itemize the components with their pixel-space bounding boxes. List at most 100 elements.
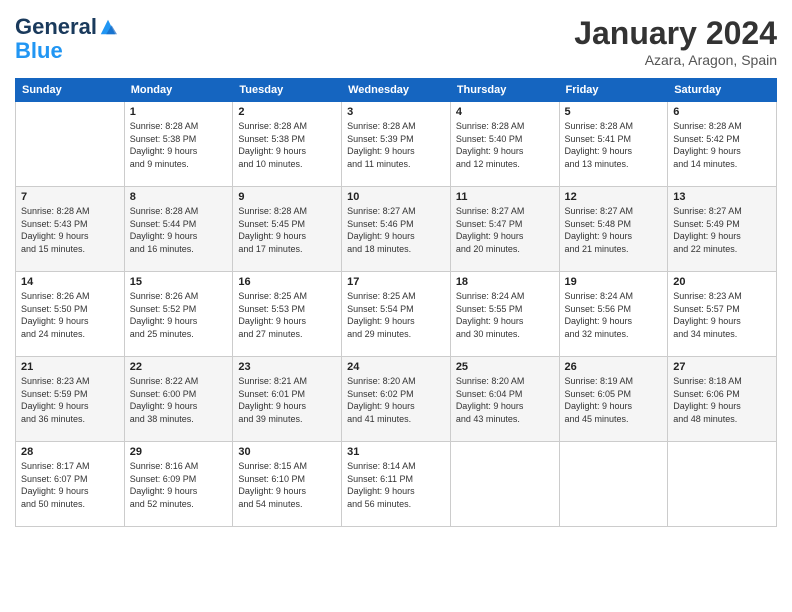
day-cell: 6 Sunrise: 8:28 AM Sunset: 5:42 PM Daylig… xyxy=(668,102,777,187)
day-cell: 14Sunrise: 8:26 AM Sunset: 5:50 PM Dayli… xyxy=(16,272,125,357)
day-cell: 16Sunrise: 8:25 AM Sunset: 5:53 PM Dayli… xyxy=(233,272,342,357)
day-cell: 15Sunrise: 8:26 AM Sunset: 5:52 PM Dayli… xyxy=(124,272,233,357)
day-info: Sunrise: 8:28 AM Sunset: 5:38 PM Dayligh… xyxy=(238,120,336,170)
day-info: Sunrise: 8:26 AM Sunset: 5:50 PM Dayligh… xyxy=(21,290,119,340)
day-number: 26 xyxy=(565,361,663,373)
day-info: Sunrise: 8:16 AM Sunset: 6:09 PM Dayligh… xyxy=(130,460,228,510)
day-number: 13 xyxy=(673,191,771,203)
logo-icon xyxy=(99,18,117,36)
day-info: Sunrise: 8:28 AM Sunset: 5:42 PM Dayligh… xyxy=(673,120,771,170)
day-cell: 12Sunrise: 8:27 AM Sunset: 5:48 PM Dayli… xyxy=(559,187,668,272)
day-cell: 24Sunrise: 8:20 AM Sunset: 6:02 PM Dayli… xyxy=(342,357,451,442)
day-info: Sunrise: 8:28 AM Sunset: 5:41 PM Dayligh… xyxy=(565,120,663,170)
week-row-2: 7 Sunrise: 8:28 AM Sunset: 5:43 PM Daylig… xyxy=(16,187,777,272)
day-info: Sunrise: 8:28 AM Sunset: 5:40 PM Dayligh… xyxy=(456,120,554,170)
day-cell xyxy=(450,442,559,527)
calendar-table: SundayMondayTuesdayWednesdayThursdayFrid… xyxy=(15,78,777,527)
title-block: January 2024 Azara, Aragon, Spain xyxy=(574,15,777,68)
col-header-saturday: Saturday xyxy=(668,79,777,102)
day-cell: 28Sunrise: 8:17 AM Sunset: 6:07 PM Dayli… xyxy=(16,442,125,527)
day-info: Sunrise: 8:28 AM Sunset: 5:39 PM Dayligh… xyxy=(347,120,445,170)
day-number: 17 xyxy=(347,276,445,288)
day-cell: 8 Sunrise: 8:28 AM Sunset: 5:44 PM Daylig… xyxy=(124,187,233,272)
day-cell: 29 Sunrise: 8:16 AM Sunset: 6:09 PM Dayli… xyxy=(124,442,233,527)
day-info: Sunrise: 8:27 AM Sunset: 5:47 PM Dayligh… xyxy=(456,205,554,255)
logo-blue: Blue xyxy=(15,39,117,63)
logo: General Blue xyxy=(15,15,117,63)
day-number: 12 xyxy=(565,191,663,203)
day-cell xyxy=(559,442,668,527)
day-cell: 31 Sunrise: 8:14 AM Sunset: 6:11 PM Dayli… xyxy=(342,442,451,527)
day-cell: 22 Sunrise: 8:22 AM Sunset: 6:00 PM Dayli… xyxy=(124,357,233,442)
day-info: Sunrise: 8:27 AM Sunset: 5:49 PM Dayligh… xyxy=(673,205,771,255)
day-info: Sunrise: 8:19 AM Sunset: 6:05 PM Dayligh… xyxy=(565,375,663,425)
logo-general: General xyxy=(15,15,97,39)
day-number: 2 xyxy=(238,106,336,118)
day-number: 30 xyxy=(238,446,336,458)
location-subtitle: Azara, Aragon, Spain xyxy=(574,52,777,68)
day-info: Sunrise: 8:15 AM Sunset: 6:10 PM Dayligh… xyxy=(238,460,336,510)
day-number: 21 xyxy=(21,361,119,373)
day-cell: 21 Sunrise: 8:23 AM Sunset: 5:59 PM Dayli… xyxy=(16,357,125,442)
day-info: Sunrise: 8:22 AM Sunset: 6:00 PM Dayligh… xyxy=(130,375,228,425)
day-cell: 1 Sunrise: 8:28 AM Sunset: 5:38 PM Daylig… xyxy=(124,102,233,187)
day-number: 7 xyxy=(21,191,119,203)
day-cell: 17 Sunrise: 8:25 AM Sunset: 5:54 PM Dayli… xyxy=(342,272,451,357)
col-header-thursday: Thursday xyxy=(450,79,559,102)
calendar-page: General Blue January 2024 Azara, Aragon,… xyxy=(0,0,792,612)
day-info: Sunrise: 8:24 AM Sunset: 5:55 PM Dayligh… xyxy=(456,290,554,340)
day-number: 22 xyxy=(130,361,228,373)
day-info: Sunrise: 8:24 AM Sunset: 5:56 PM Dayligh… xyxy=(565,290,663,340)
day-info: Sunrise: 8:28 AM Sunset: 5:44 PM Dayligh… xyxy=(130,205,228,255)
day-info: Sunrise: 8:21 AM Sunset: 6:01 PM Dayligh… xyxy=(238,375,336,425)
day-info: Sunrise: 8:20 AM Sunset: 6:04 PM Dayligh… xyxy=(456,375,554,425)
month-title: January 2024 xyxy=(574,15,777,52)
header-row: SundayMondayTuesdayWednesdayThursdayFrid… xyxy=(16,79,777,102)
day-number: 27 xyxy=(673,361,771,373)
day-cell: 26 Sunrise: 8:19 AM Sunset: 6:05 PM Dayli… xyxy=(559,357,668,442)
day-info: Sunrise: 8:20 AM Sunset: 6:02 PM Dayligh… xyxy=(347,375,445,425)
day-number: 25 xyxy=(456,361,554,373)
day-number: 20 xyxy=(673,276,771,288)
day-info: Sunrise: 8:27 AM Sunset: 5:46 PM Dayligh… xyxy=(347,205,445,255)
week-row-4: 21 Sunrise: 8:23 AM Sunset: 5:59 PM Dayli… xyxy=(16,357,777,442)
day-info: Sunrise: 8:28 AM Sunset: 5:45 PM Dayligh… xyxy=(238,205,336,255)
day-number: 3 xyxy=(347,106,445,118)
day-number: 28 xyxy=(21,446,119,458)
day-number: 18 xyxy=(456,276,554,288)
day-cell: 20 Sunrise: 8:23 AM Sunset: 5:57 PM Dayli… xyxy=(668,272,777,357)
day-number: 29 xyxy=(130,446,228,458)
day-number: 6 xyxy=(673,106,771,118)
day-cell: 13 Sunrise: 8:27 AM Sunset: 5:49 PM Dayli… xyxy=(668,187,777,272)
day-number: 11 xyxy=(456,191,554,203)
day-cell: 3 Sunrise: 8:28 AM Sunset: 5:39 PM Daylig… xyxy=(342,102,451,187)
day-number: 19 xyxy=(565,276,663,288)
day-info: Sunrise: 8:14 AM Sunset: 6:11 PM Dayligh… xyxy=(347,460,445,510)
day-cell: 2 Sunrise: 8:28 AM Sunset: 5:38 PM Daylig… xyxy=(233,102,342,187)
day-info: Sunrise: 8:25 AM Sunset: 5:54 PM Dayligh… xyxy=(347,290,445,340)
day-cell: 19 Sunrise: 8:24 AM Sunset: 5:56 PM Dayli… xyxy=(559,272,668,357)
header: General Blue January 2024 Azara, Aragon,… xyxy=(15,15,777,68)
day-cell: 18 Sunrise: 8:24 AM Sunset: 5:55 PM Dayli… xyxy=(450,272,559,357)
day-info: Sunrise: 8:28 AM Sunset: 5:43 PM Dayligh… xyxy=(21,205,119,255)
day-info: Sunrise: 8:23 AM Sunset: 5:59 PM Dayligh… xyxy=(21,375,119,425)
day-number: 31 xyxy=(347,446,445,458)
col-header-sunday: Sunday xyxy=(16,79,125,102)
day-info: Sunrise: 8:28 AM Sunset: 5:38 PM Dayligh… xyxy=(130,120,228,170)
day-number: 23 xyxy=(238,361,336,373)
day-cell: 23 Sunrise: 8:21 AM Sunset: 6:01 PM Dayli… xyxy=(233,357,342,442)
day-cell: 4Sunrise: 8:28 AM Sunset: 5:40 PM Daylig… xyxy=(450,102,559,187)
day-number: 10 xyxy=(347,191,445,203)
day-info: Sunrise: 8:23 AM Sunset: 5:57 PM Dayligh… xyxy=(673,290,771,340)
day-number: 16 xyxy=(238,276,336,288)
day-info: Sunrise: 8:18 AM Sunset: 6:06 PM Dayligh… xyxy=(673,375,771,425)
day-cell: 5Sunrise: 8:28 AM Sunset: 5:41 PM Daylig… xyxy=(559,102,668,187)
day-cell: 25 Sunrise: 8:20 AM Sunset: 6:04 PM Dayli… xyxy=(450,357,559,442)
day-cell: 7 Sunrise: 8:28 AM Sunset: 5:43 PM Daylig… xyxy=(16,187,125,272)
day-info: Sunrise: 8:26 AM Sunset: 5:52 PM Dayligh… xyxy=(130,290,228,340)
day-number: 1 xyxy=(130,106,228,118)
week-row-1: 1 Sunrise: 8:28 AM Sunset: 5:38 PM Daylig… xyxy=(16,102,777,187)
day-cell: 10 Sunrise: 8:27 AM Sunset: 5:46 PM Dayli… xyxy=(342,187,451,272)
day-number: 8 xyxy=(130,191,228,203)
week-row-3: 14Sunrise: 8:26 AM Sunset: 5:50 PM Dayli… xyxy=(16,272,777,357)
